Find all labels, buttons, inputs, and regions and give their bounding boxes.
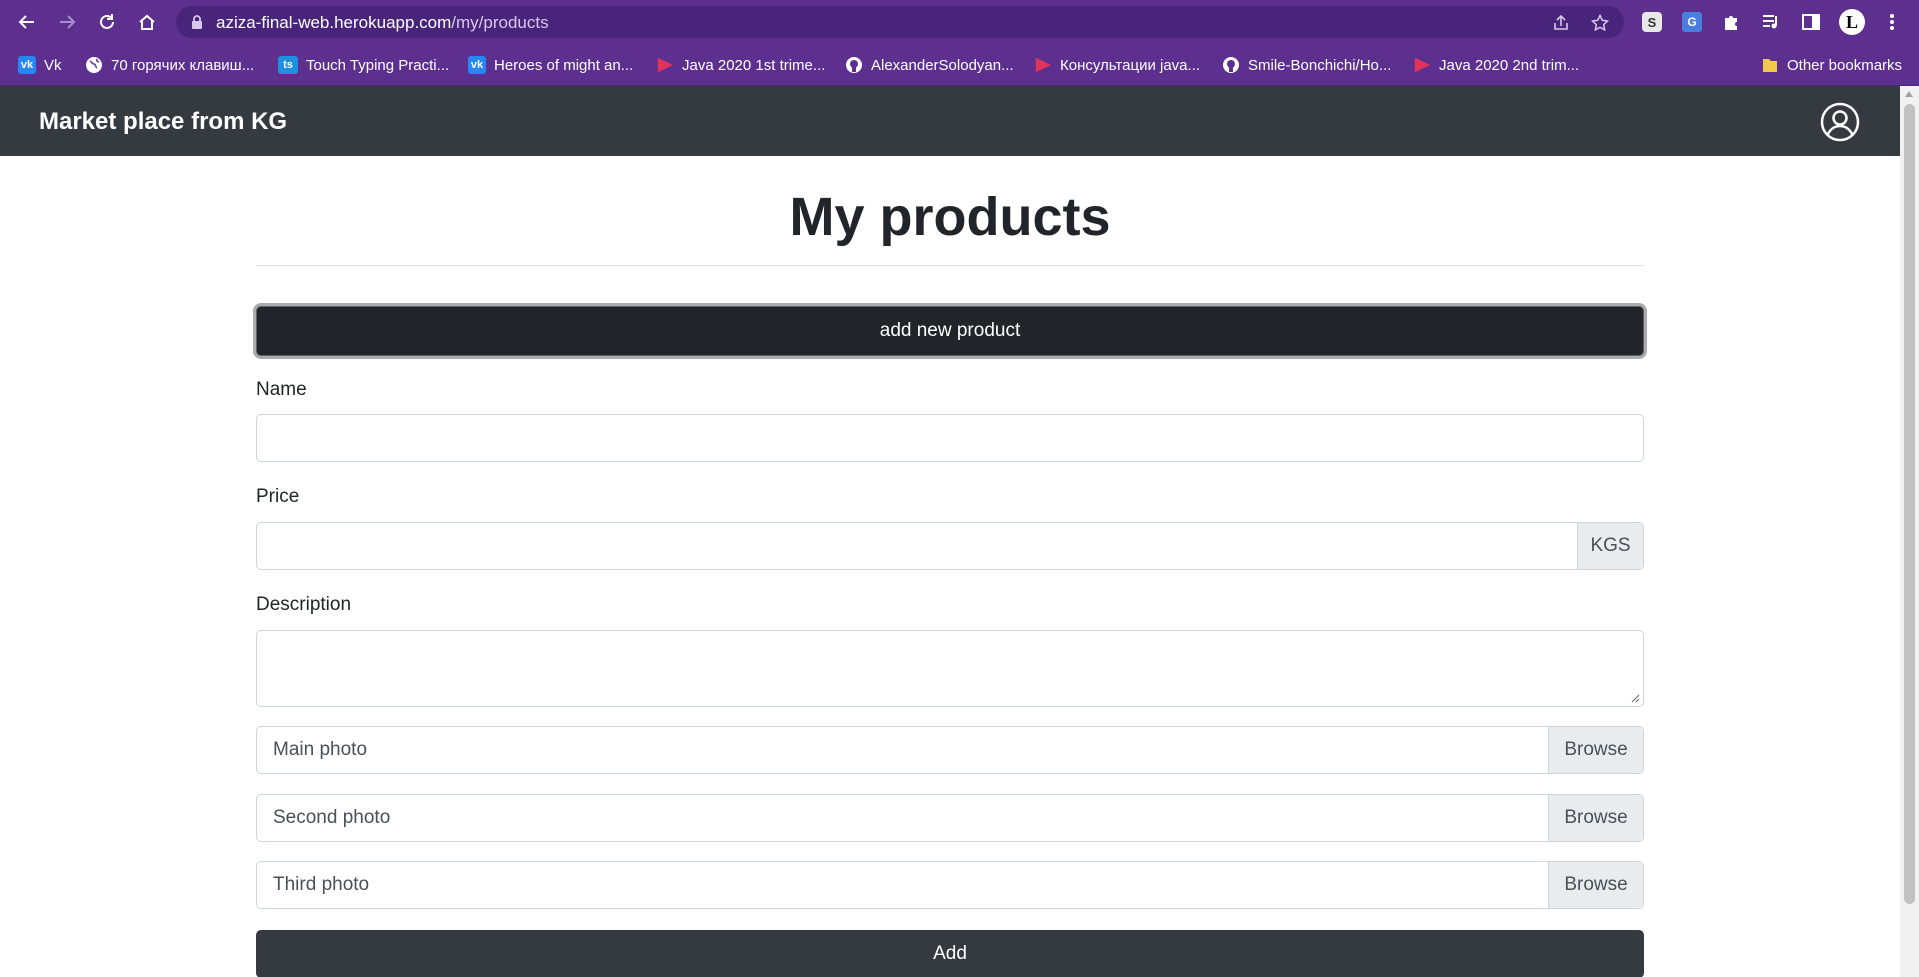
vk-icon: vk xyxy=(468,56,486,74)
description-textarea[interactable] xyxy=(256,630,1644,707)
other-bookmarks-folder[interactable]: Other bookmarks xyxy=(1761,53,1902,77)
user-circle-icon xyxy=(1820,102,1860,142)
second-photo-file-input[interactable]: Second photo Browse xyxy=(256,794,1644,842)
bookmark-consult-java[interactable]: Консультации java... xyxy=(1034,53,1200,77)
github-icon xyxy=(1223,57,1239,73)
description-label: Description xyxy=(256,594,352,615)
bookmark-alexander[interactable]: AlexanderSolodyan... xyxy=(845,53,1014,77)
play-icon xyxy=(1414,57,1431,73)
price-input-group: KGS xyxy=(256,522,1644,570)
bookmark-label: Smile-Bonchichi/Ho... xyxy=(1248,56,1392,74)
bookmark-java-1st[interactable]: Java 2020 1st trime... xyxy=(656,53,825,77)
site-navbar: Market place from KG xyxy=(0,86,1900,156)
bookmark-label: Touch Typing Practi... xyxy=(306,56,450,74)
home-button[interactable] xyxy=(133,8,161,36)
resize-handle-icon[interactable] xyxy=(1630,693,1640,703)
bookmark-label: Java 2020 2nd trim... xyxy=(1439,56,1580,74)
account-button[interactable] xyxy=(1820,102,1860,142)
name-label: Name xyxy=(256,379,307,400)
bookmark-label: Vk xyxy=(44,56,62,74)
bookmark-smile[interactable]: Smile-Bonchichi/Ho... xyxy=(1222,53,1391,77)
folder-icon xyxy=(1763,59,1777,72)
extension-s-button[interactable]: S xyxy=(1639,9,1665,35)
bookmarks-bar: vk Vk 70 горячих клавиш... ts Touch Typi… xyxy=(0,44,1919,86)
forward-button[interactable] xyxy=(53,8,81,36)
add-new-product-button[interactable]: add new product xyxy=(256,306,1644,356)
home-icon xyxy=(139,14,155,30)
lock-icon xyxy=(192,15,202,29)
scrollbar-thumb[interactable] xyxy=(1904,104,1915,904)
add-submit-button[interactable]: Add xyxy=(256,930,1644,977)
ts-icon: ts xyxy=(278,56,298,74)
page-content: Market place from KG My products add new… xyxy=(0,86,1900,977)
translate-icon: G xyxy=(1682,12,1702,32)
bookmark-heroes[interactable]: vk Heroes of might an... xyxy=(468,53,633,77)
file-input-label: Main photo xyxy=(273,739,368,760)
url-host: aziza-final-web.herokuapp.com xyxy=(216,13,452,32)
bookmark-label: 70 горячих клавиш... xyxy=(111,56,255,74)
browser-toolbar: aziza-final-web.herokuapp.com/my/product… xyxy=(0,0,1919,44)
navbar-brand[interactable]: Market place from KG xyxy=(39,108,287,136)
address-bar[interactable]: aziza-final-web.herokuapp.com/my/product… xyxy=(176,6,1624,38)
bookmark-label: Java 2020 1st trime... xyxy=(682,56,826,74)
bookmark-java-2nd[interactable]: Java 2020 2nd trim... xyxy=(1413,53,1579,77)
browse-button[interactable]: Browse xyxy=(1548,862,1643,908)
scroll-up-arrow-icon[interactable] xyxy=(1905,91,1913,97)
bookmark-hotkeys[interactable]: 70 горячих клавиш... xyxy=(85,53,254,77)
file-input-label: Second photo xyxy=(273,807,391,828)
arrow-right-icon xyxy=(60,15,76,29)
other-bookmarks-label: Other bookmarks xyxy=(1787,56,1903,74)
github-icon xyxy=(846,57,862,73)
vk-icon: vk xyxy=(18,56,36,74)
kebab-menu-icon xyxy=(1890,14,1894,30)
browse-button[interactable]: Browse xyxy=(1548,795,1643,841)
profile-button[interactable]: L xyxy=(1839,9,1865,35)
reload-icon xyxy=(100,14,114,29)
side-panel-icon xyxy=(1802,14,1820,30)
bookmark-vk[interactable]: vk Vk xyxy=(18,53,62,77)
name-input[interactable] xyxy=(256,414,1644,462)
currency-addon: KGS xyxy=(1577,523,1643,569)
chrome-menu-button[interactable] xyxy=(1879,9,1905,35)
globe-icon xyxy=(86,57,102,73)
price-input[interactable] xyxy=(257,523,1577,569)
side-panel-button[interactable] xyxy=(1798,9,1824,35)
puzzle-icon xyxy=(1725,16,1737,30)
arrow-left-icon xyxy=(18,15,34,29)
s-extension-icon: S xyxy=(1642,12,1662,32)
bookmark-label: AlexanderSolodyan... xyxy=(871,56,1014,74)
file-input-label: Third photo xyxy=(273,874,370,895)
play-icon xyxy=(1035,57,1052,73)
media-button[interactable] xyxy=(1758,9,1784,35)
profile-avatar: L xyxy=(1839,9,1865,35)
divider xyxy=(256,265,1644,266)
price-label: Price xyxy=(256,486,300,507)
extensions-button[interactable] xyxy=(1718,9,1744,35)
url-path: /my/products xyxy=(451,13,549,32)
bookmark-label: Консультации java... xyxy=(1060,56,1201,74)
reload-button[interactable] xyxy=(93,8,121,36)
bookmark-star-icon[interactable] xyxy=(1591,14,1609,32)
third-photo-file-input[interactable]: Third photo Browse xyxy=(256,861,1644,909)
extension-translate-button[interactable]: G xyxy=(1679,9,1705,35)
page-title: My products xyxy=(789,187,1111,247)
back-button[interactable] xyxy=(13,8,41,36)
share-icon[interactable] xyxy=(1552,14,1570,32)
browse-button[interactable]: Browse xyxy=(1548,727,1643,773)
main-photo-file-input[interactable]: Main photo Browse xyxy=(256,726,1644,774)
bookmark-label: Heroes of might an... xyxy=(494,56,634,74)
page-scrollbar[interactable] xyxy=(1900,86,1919,977)
url-text: aziza-final-web.herokuapp.com/my/product… xyxy=(216,13,549,33)
bookmark-typing[interactable]: ts Touch Typing Practi... xyxy=(278,53,449,77)
play-icon xyxy=(657,57,674,73)
playlist-icon xyxy=(1763,15,1777,29)
